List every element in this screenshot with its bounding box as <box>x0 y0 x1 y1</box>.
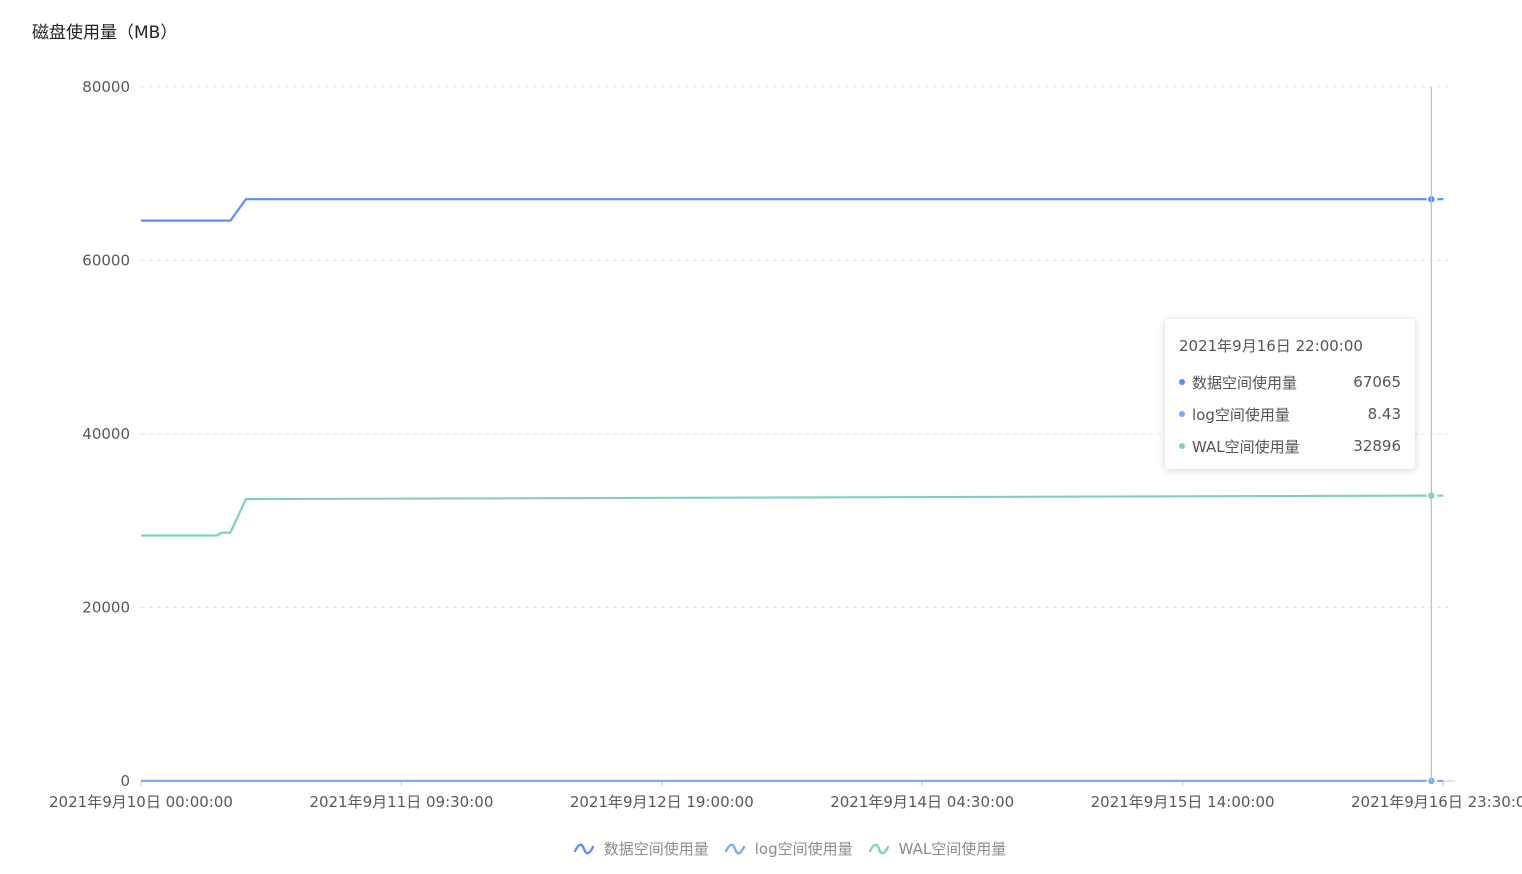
x-tick-label: 2021年9月16日 23:30:00 <box>1351 793 1522 811</box>
wave-line-icon <box>573 843 594 854</box>
chart-tooltip: 2021年9月16日 22:00:00 数据空间使用量 67065 log空间使… <box>1165 319 1415 469</box>
x-tick-label: 2021年9月14日 04:30:00 <box>830 793 1014 811</box>
y-tick-label: 60000 <box>82 252 130 270</box>
tooltip-series-name: 数据空间使用量 <box>1192 373 1298 392</box>
tooltip-series-value: 67065 <box>1353 373 1401 391</box>
wave-line-icon <box>868 843 889 854</box>
legend-item-wal-space[interactable]: WAL空间使用量 <box>868 838 1007 859</box>
legend-label: log空间使用量 <box>754 840 853 858</box>
tooltip-series-value: 32896 <box>1353 437 1401 455</box>
y-tick-label: 20000 <box>82 599 130 617</box>
tooltip-row-wal-space: WAL空间使用量 32896 <box>1179 430 1401 462</box>
tooltip-series-name: log空间使用量 <box>1192 405 1290 424</box>
y-axis: 0 20000 40000 60000 80000 <box>82 78 130 790</box>
y-tick-label: 80000 <box>82 78 130 96</box>
x-tick-label: 2021年9月10日 00:00:00 <box>49 793 233 811</box>
y-tick-label: 40000 <box>82 425 130 443</box>
x-tick-label: 2021年9月11日 09:30:00 <box>309 793 493 811</box>
x-tick-label: 2021年9月15日 14:00:00 <box>1091 793 1275 811</box>
legend-label: 数据空间使用量 <box>603 840 709 858</box>
tooltip-dot-icon <box>1179 379 1185 385</box>
legend-label: WAL空间使用量 <box>898 840 1007 858</box>
x-tick-label: 2021年9月12日 19:00:00 <box>570 793 754 811</box>
tooltip-series-value: 8.43 <box>1367 405 1401 423</box>
tooltip-row-log-space: log空间使用量 8.43 <box>1179 398 1401 430</box>
tooltip-series-name: WAL空间使用量 <box>1192 437 1300 456</box>
series-lines[interactable] <box>141 194 1444 786</box>
legend-item-log-space[interactable]: log空间使用量 <box>724 838 853 859</box>
series-line-2[interactable] <box>141 494 1432 537</box>
tooltip-time: 2021年9月16日 22:00:00 <box>1179 337 1363 355</box>
chart-legend: 数据空间使用量 log空间使用量 WAL空间使用量 <box>0 838 1522 859</box>
tooltip-dot-icon <box>1179 443 1185 449</box>
wave-line-icon <box>724 843 745 854</box>
tooltip-row-data-space: 数据空间使用量 67065 <box>1179 366 1401 398</box>
series-line-0[interactable] <box>141 198 1432 222</box>
tooltip-dot-icon <box>1179 411 1185 417</box>
legend-item-data-space[interactable]: 数据空间使用量 <box>573 838 709 859</box>
x-axis: 2021年9月10日 00:00:00 2021年9月11日 09:30:00 20… <box>49 780 1522 811</box>
y-tick-label: 0 <box>120 772 130 790</box>
